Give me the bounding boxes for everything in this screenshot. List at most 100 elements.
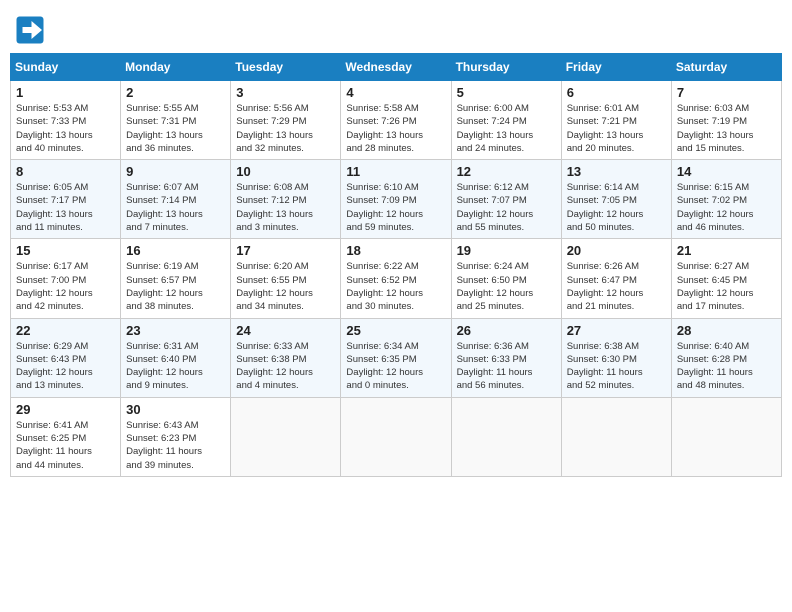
calendar-cell: 11 Sunrise: 6:10 AMSunset: 7:09 PMDaylig… (341, 160, 451, 239)
weekday-header-saturday: Saturday (671, 54, 781, 81)
calendar-week-row: 29 Sunrise: 6:41 AMSunset: 6:25 PMDaylig… (11, 397, 782, 476)
day-number: 2 (126, 85, 225, 100)
calendar-cell (671, 397, 781, 476)
day-info: Sunrise: 6:36 AMSunset: 6:33 PMDaylight:… (457, 340, 556, 393)
day-number: 10 (236, 164, 335, 179)
day-number: 30 (126, 402, 225, 417)
day-number: 1 (16, 85, 115, 100)
calendar-cell: 14 Sunrise: 6:15 AMSunset: 7:02 PMDaylig… (671, 160, 781, 239)
calendar-cell: 15 Sunrise: 6:17 AMSunset: 7:00 PMDaylig… (11, 239, 121, 318)
weekday-header-tuesday: Tuesday (231, 54, 341, 81)
calendar-cell: 28 Sunrise: 6:40 AMSunset: 6:28 PMDaylig… (671, 318, 781, 397)
day-info: Sunrise: 6:03 AMSunset: 7:19 PMDaylight:… (677, 102, 776, 155)
day-number: 28 (677, 323, 776, 338)
day-info: Sunrise: 5:56 AMSunset: 7:29 PMDaylight:… (236, 102, 335, 155)
day-info: Sunrise: 6:07 AMSunset: 7:14 PMDaylight:… (126, 181, 225, 234)
calendar-cell: 2 Sunrise: 5:55 AMSunset: 7:31 PMDayligh… (121, 81, 231, 160)
day-number: 26 (457, 323, 556, 338)
day-number: 11 (346, 164, 445, 179)
day-number: 9 (126, 164, 225, 179)
day-info: Sunrise: 6:34 AMSunset: 6:35 PMDaylight:… (346, 340, 445, 393)
calendar-week-row: 8 Sunrise: 6:05 AMSunset: 7:17 PMDayligh… (11, 160, 782, 239)
calendar-cell: 29 Sunrise: 6:41 AMSunset: 6:25 PMDaylig… (11, 397, 121, 476)
calendar-cell: 21 Sunrise: 6:27 AMSunset: 6:45 PMDaylig… (671, 239, 781, 318)
calendar-week-row: 1 Sunrise: 5:53 AMSunset: 7:33 PMDayligh… (11, 81, 782, 160)
calendar-cell: 3 Sunrise: 5:56 AMSunset: 7:29 PMDayligh… (231, 81, 341, 160)
day-number: 3 (236, 85, 335, 100)
day-info: Sunrise: 6:08 AMSunset: 7:12 PMDaylight:… (236, 181, 335, 234)
day-info: Sunrise: 6:05 AMSunset: 7:17 PMDaylight:… (16, 181, 115, 234)
day-info: Sunrise: 5:53 AMSunset: 7:33 PMDaylight:… (16, 102, 115, 155)
day-info: Sunrise: 5:55 AMSunset: 7:31 PMDaylight:… (126, 102, 225, 155)
calendar-cell: 19 Sunrise: 6:24 AMSunset: 6:50 PMDaylig… (451, 239, 561, 318)
day-info: Sunrise: 6:41 AMSunset: 6:25 PMDaylight:… (16, 419, 115, 472)
calendar-header-row: SundayMondayTuesdayWednesdayThursdayFrid… (11, 54, 782, 81)
calendar-cell: 30 Sunrise: 6:43 AMSunset: 6:23 PMDaylig… (121, 397, 231, 476)
calendar-cell: 8 Sunrise: 6:05 AMSunset: 7:17 PMDayligh… (11, 160, 121, 239)
day-number: 17 (236, 243, 335, 258)
weekday-header-monday: Monday (121, 54, 231, 81)
calendar-week-row: 15 Sunrise: 6:17 AMSunset: 7:00 PMDaylig… (11, 239, 782, 318)
day-info: Sunrise: 6:43 AMSunset: 6:23 PMDaylight:… (126, 419, 225, 472)
day-info: Sunrise: 6:14 AMSunset: 7:05 PMDaylight:… (567, 181, 666, 234)
calendar-cell: 22 Sunrise: 6:29 AMSunset: 6:43 PMDaylig… (11, 318, 121, 397)
day-info: Sunrise: 6:24 AMSunset: 6:50 PMDaylight:… (457, 260, 556, 313)
day-number: 16 (126, 243, 225, 258)
day-info: Sunrise: 6:01 AMSunset: 7:21 PMDaylight:… (567, 102, 666, 155)
day-info: Sunrise: 6:29 AMSunset: 6:43 PMDaylight:… (16, 340, 115, 393)
day-info: Sunrise: 6:33 AMSunset: 6:38 PMDaylight:… (236, 340, 335, 393)
weekday-header-wednesday: Wednesday (341, 54, 451, 81)
calendar-cell: 5 Sunrise: 6:00 AMSunset: 7:24 PMDayligh… (451, 81, 561, 160)
day-info: Sunrise: 6:22 AMSunset: 6:52 PMDaylight:… (346, 260, 445, 313)
calendar-cell: 23 Sunrise: 6:31 AMSunset: 6:40 PMDaylig… (121, 318, 231, 397)
day-info: Sunrise: 5:58 AMSunset: 7:26 PMDaylight:… (346, 102, 445, 155)
day-info: Sunrise: 6:19 AMSunset: 6:57 PMDaylight:… (126, 260, 225, 313)
calendar-cell: 24 Sunrise: 6:33 AMSunset: 6:38 PMDaylig… (231, 318, 341, 397)
calendar-cell (231, 397, 341, 476)
calendar-cell: 4 Sunrise: 5:58 AMSunset: 7:26 PMDayligh… (341, 81, 451, 160)
weekday-header-thursday: Thursday (451, 54, 561, 81)
day-info: Sunrise: 6:31 AMSunset: 6:40 PMDaylight:… (126, 340, 225, 393)
day-number: 4 (346, 85, 445, 100)
day-info: Sunrise: 6:26 AMSunset: 6:47 PMDaylight:… (567, 260, 666, 313)
calendar-cell: 25 Sunrise: 6:34 AMSunset: 6:35 PMDaylig… (341, 318, 451, 397)
day-number: 13 (567, 164, 666, 179)
day-info: Sunrise: 6:38 AMSunset: 6:30 PMDaylight:… (567, 340, 666, 393)
day-number: 25 (346, 323, 445, 338)
day-number: 19 (457, 243, 556, 258)
page-header (10, 10, 782, 45)
day-number: 27 (567, 323, 666, 338)
weekday-header-friday: Friday (561, 54, 671, 81)
day-info: Sunrise: 6:15 AMSunset: 7:02 PMDaylight:… (677, 181, 776, 234)
day-number: 8 (16, 164, 115, 179)
calendar-cell: 7 Sunrise: 6:03 AMSunset: 7:19 PMDayligh… (671, 81, 781, 160)
day-number: 21 (677, 243, 776, 258)
calendar-cell (561, 397, 671, 476)
day-number: 12 (457, 164, 556, 179)
calendar-cell: 6 Sunrise: 6:01 AMSunset: 7:21 PMDayligh… (561, 81, 671, 160)
calendar-table: SundayMondayTuesdayWednesdayThursdayFrid… (10, 53, 782, 477)
day-info: Sunrise: 6:12 AMSunset: 7:07 PMDaylight:… (457, 181, 556, 234)
day-info: Sunrise: 6:10 AMSunset: 7:09 PMDaylight:… (346, 181, 445, 234)
day-info: Sunrise: 6:40 AMSunset: 6:28 PMDaylight:… (677, 340, 776, 393)
day-number: 5 (457, 85, 556, 100)
calendar-cell (451, 397, 561, 476)
day-number: 6 (567, 85, 666, 100)
calendar-cell (341, 397, 451, 476)
weekday-header-sunday: Sunday (11, 54, 121, 81)
day-number: 20 (567, 243, 666, 258)
day-info: Sunrise: 6:17 AMSunset: 7:00 PMDaylight:… (16, 260, 115, 313)
day-number: 24 (236, 323, 335, 338)
day-number: 18 (346, 243, 445, 258)
day-number: 15 (16, 243, 115, 258)
calendar-cell: 17 Sunrise: 6:20 AMSunset: 6:55 PMDaylig… (231, 239, 341, 318)
calendar-cell: 20 Sunrise: 6:26 AMSunset: 6:47 PMDaylig… (561, 239, 671, 318)
logo-icon (15, 15, 45, 45)
calendar-cell: 16 Sunrise: 6:19 AMSunset: 6:57 PMDaylig… (121, 239, 231, 318)
calendar-cell: 12 Sunrise: 6:12 AMSunset: 7:07 PMDaylig… (451, 160, 561, 239)
calendar-week-row: 22 Sunrise: 6:29 AMSunset: 6:43 PMDaylig… (11, 318, 782, 397)
day-number: 7 (677, 85, 776, 100)
calendar-cell: 9 Sunrise: 6:07 AMSunset: 7:14 PMDayligh… (121, 160, 231, 239)
logo (15, 15, 49, 45)
calendar-cell: 13 Sunrise: 6:14 AMSunset: 7:05 PMDaylig… (561, 160, 671, 239)
